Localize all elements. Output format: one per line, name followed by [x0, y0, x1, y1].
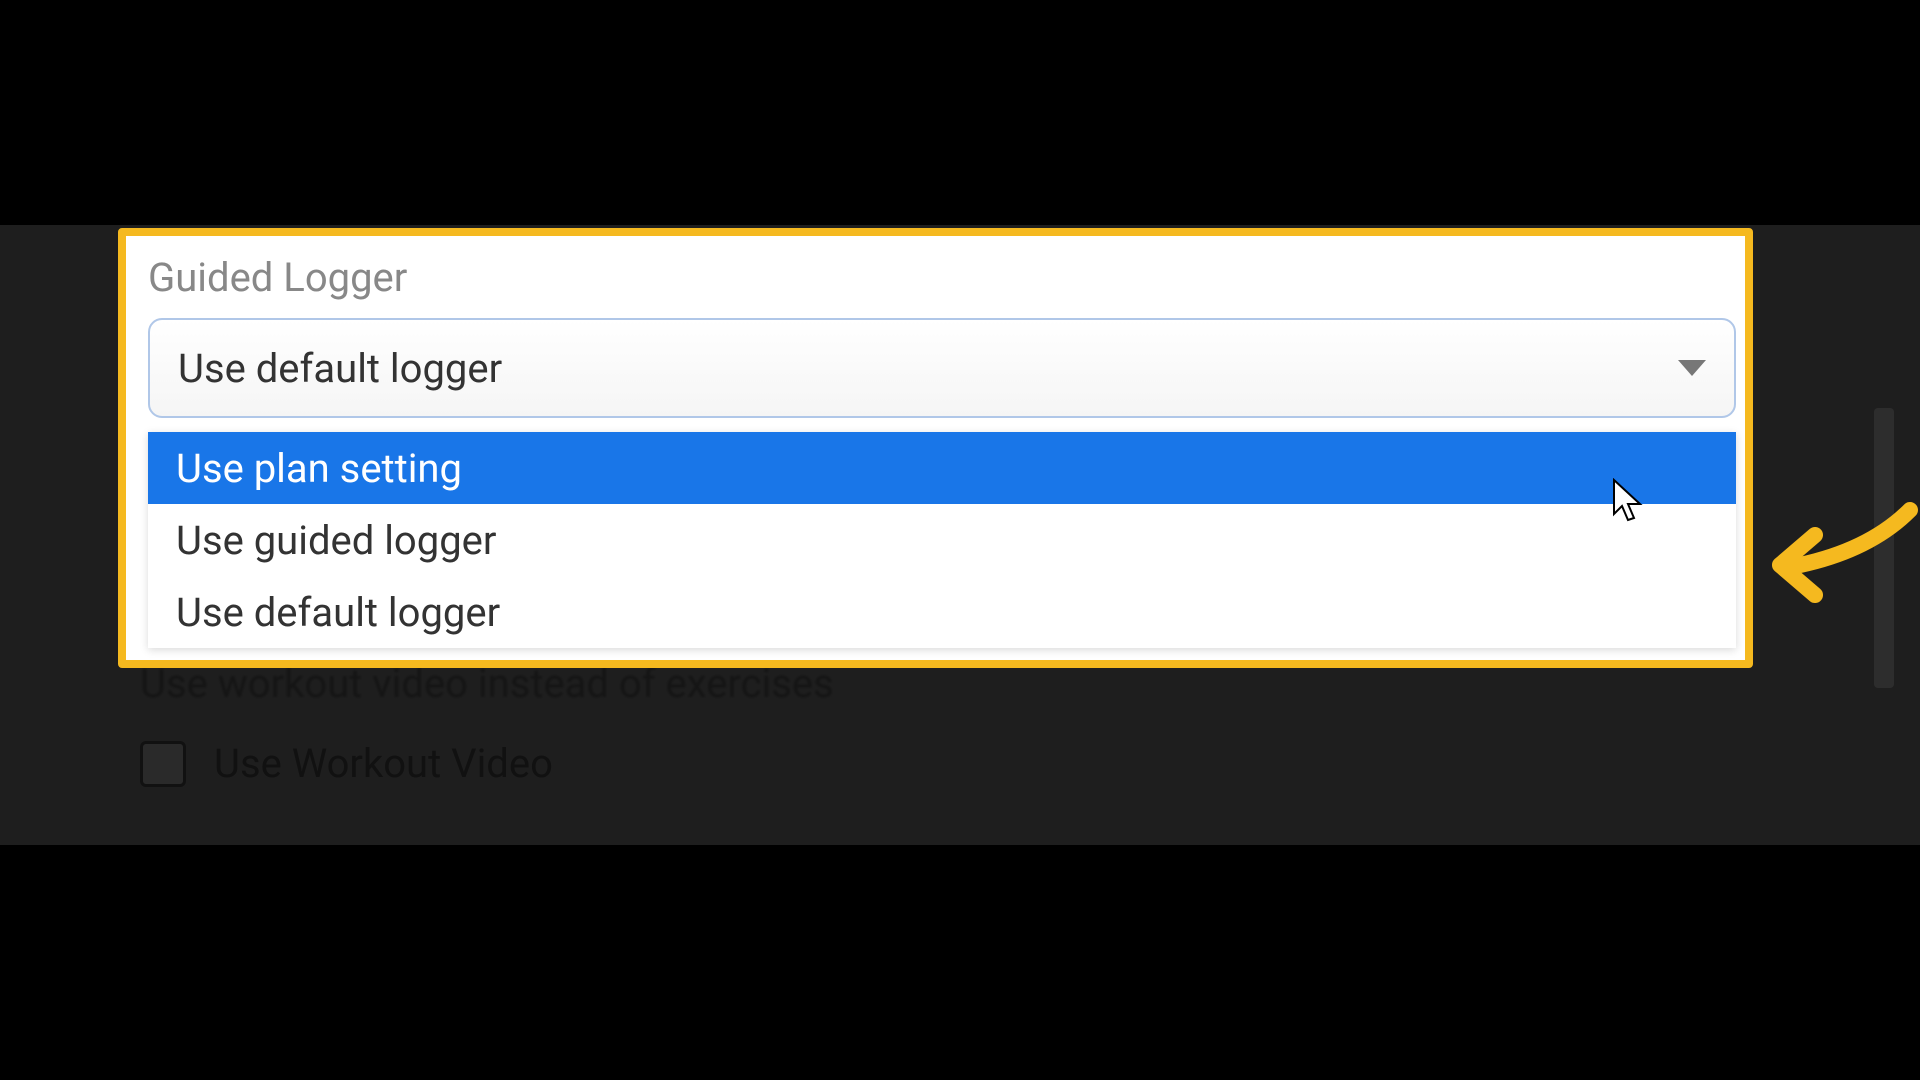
scrollbar-thumb[interactable] — [1874, 408, 1894, 688]
checkbox-row-workout-video: Use Workout Video — [140, 740, 553, 787]
guided-logger-section: Guided Logger Use default logger Use pla… — [118, 228, 1753, 668]
checkbox-label-workout-video: Use Workout Video — [214, 740, 553, 787]
dropdown-guided-logger[interactable]: Use default logger — [148, 318, 1736, 418]
dropdown-selected-text: Use default logger — [178, 345, 1678, 392]
dropdown-options-list: Use plan setting Use guided logger Use d… — [148, 432, 1736, 648]
dropdown-option-use-plan-setting[interactable]: Use plan setting — [148, 432, 1736, 504]
checkbox-use-workout-video[interactable] — [140, 741, 186, 787]
dropdown-option-use-default-logger[interactable]: Use default logger — [148, 576, 1736, 648]
section-label-guided-logger: Guided Logger — [148, 254, 407, 301]
chevron-down-icon — [1678, 360, 1706, 376]
dropdown-option-use-guided-logger[interactable]: Use guided logger — [148, 504, 1736, 576]
